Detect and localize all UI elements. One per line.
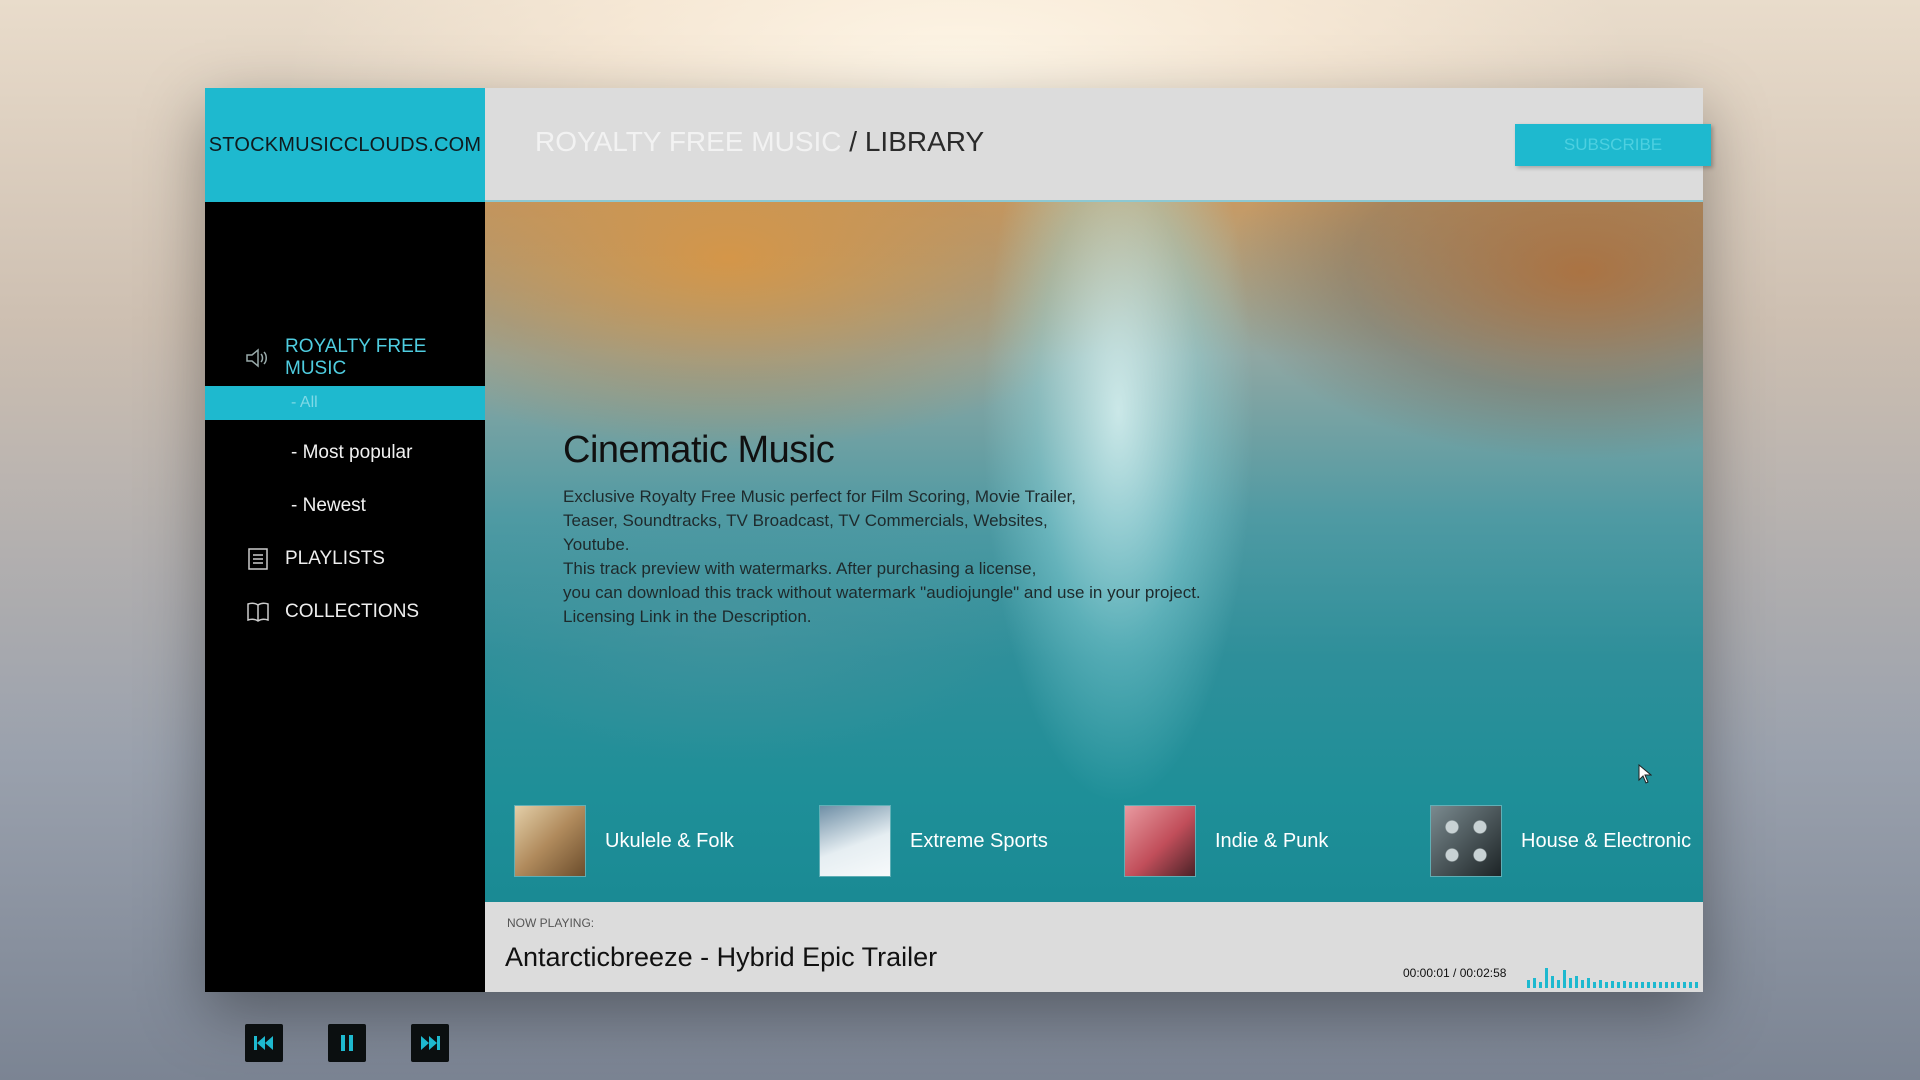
sidebar-item-label: COLLECTIONS [285,601,420,622]
list-icon [245,546,271,572]
genre-indie-punk[interactable]: Indie & Punk [1125,806,1328,876]
breadcrumb-separator: / [849,126,858,157]
speaker-icon [245,345,271,371]
pause-button[interactable] [328,1024,366,1062]
genre-thumbnail [1431,806,1501,876]
breadcrumb-page: LIBRARY [864,126,985,157]
sidebar-item-playlists[interactable]: PLAYLISTS [245,546,385,572]
genre-label: Extreme Sports [910,829,1048,852]
next-button[interactable] [411,1024,449,1062]
previous-icon [254,1036,273,1050]
genre-thumbnail [1125,806,1195,876]
genre-label: Indie & Punk [1215,829,1329,852]
track-time: 00:00:01 / 00:02:58 [1403,966,1507,980]
book-icon [245,599,271,625]
now-playing-bar: NOW PLAYING: Antarcticbreeze - Hybrid Ep… [485,902,1703,992]
pause-icon [341,1035,353,1051]
equalizer-visualizer [1527,968,1698,988]
mouse-cursor-icon [1638,764,1652,784]
app-window: STOCKMUSICCLOUDS.COM ROYALTY FREE MUSIC … [205,88,1711,1062]
sidebar-subitem-all[interactable]: - All [205,386,485,420]
hero-description: Exclusive Royalty Free Music perfect for… [563,487,1201,626]
hero-title: Cinematic Music [563,429,835,471]
genre-label: House & Electronic [1521,829,1692,852]
genre-ukulele-folk[interactable]: Ukulele & Folk [515,806,734,876]
now-playing-title: Antarcticbreeze - Hybrid Epic Trailer [505,942,938,972]
sidebar-subitem-most-popular[interactable]: - Most popular [291,442,412,464]
hero-banner: Cinematic Music Exclusive Royalty Free M… [485,202,1703,902]
top-bar: ROYALTY FREE MUSIC / LIBRARY SUBSCRIBE [485,88,1711,202]
breadcrumb-section[interactable]: ROYALTY FREE MUSIC [535,126,842,157]
genre-label: Ukulele & Folk [605,829,734,852]
next-icon [421,1036,440,1050]
genre-thumbnail [820,806,890,876]
subscribe-button[interactable]: SUBSCRIBE [1515,124,1711,166]
genre-extreme-sports[interactable]: Extreme Sports [820,806,1048,876]
player-controls [245,1024,449,1062]
sidebar-item-royalty-free-music[interactable]: ROYALTY FREE MUSIC [245,336,485,380]
now-playing-label: NOW PLAYING: [507,916,595,930]
breadcrumb: ROYALTY FREE MUSIC / LIBRARY [535,126,984,158]
genre-list: Ukulele & Folk Extreme Sports Indie & Pu… [515,806,1703,880]
sidebar-item-collections[interactable]: COLLECTIONS [245,599,419,625]
genre-house-electronic[interactable]: House & Electronic [1431,806,1691,876]
brand-logo[interactable]: STOCKMUSICCLOUDS.COM [205,88,485,202]
genre-thumbnail [515,806,585,876]
sidebar-item-label: PLAYLISTS [285,548,385,569]
sidebar-subitem-newest[interactable]: - Newest [291,495,366,517]
sidebar: ROYALTY FREE MUSIC - All - Most popular … [205,202,485,1062]
sidebar-item-label: ROYALTY FREE MUSIC [285,336,427,379]
previous-button[interactable] [245,1024,283,1062]
